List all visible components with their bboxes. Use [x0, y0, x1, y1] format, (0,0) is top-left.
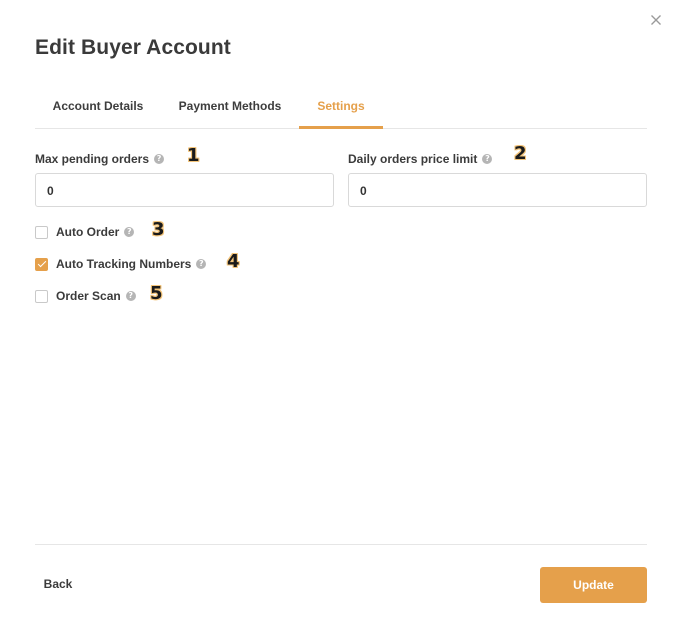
tab-bar: Account Details Payment Methods Settings — [35, 84, 647, 129]
help-icon[interactable]: ? — [124, 227, 135, 237]
tab-settings[interactable]: Settings — [299, 84, 383, 129]
back-button[interactable]: Back — [35, 568, 81, 600]
help-icon[interactable]: ? — [125, 291, 136, 301]
auto-order-checkbox[interactable] — [35, 225, 48, 239]
order-scan-checkbox[interactable] — [35, 289, 48, 303]
auto-tracking-numbers-option[interactable]: Auto Tracking Numbers ? — [35, 256, 207, 272]
annotation-marker-1: 1 — [187, 145, 200, 166]
max-pending-orders-field[interactable] — [47, 174, 333, 208]
annotation-marker-2: 2 — [514, 143, 527, 164]
auto-tracking-numbers-label: Auto Tracking Numbers — [56, 257, 192, 271]
auto-order-option[interactable]: Auto Order ? — [35, 224, 135, 240]
annotation-marker-4: 4 — [227, 251, 240, 272]
help-icon[interactable]: ? — [154, 154, 165, 164]
help-icon[interactable]: ? — [196, 259, 207, 269]
tab-payment-methods[interactable]: Payment Methods — [161, 84, 299, 128]
max-pending-orders-label: Max pending orders ? — [35, 151, 165, 167]
daily-orders-price-limit-input[interactable] — [348, 173, 647, 208]
daily-orders-price-limit-label: Daily orders price limit ? — [348, 151, 493, 167]
max-pending-orders-label-text: Max pending orders — [35, 152, 150, 166]
daily-orders-price-limit-label-text: Daily orders price limit — [348, 152, 478, 166]
tab-account-details[interactable]: Account Details — [35, 84, 161, 128]
footer-divider — [35, 544, 647, 545]
close-icon — [651, 15, 661, 25]
close-button[interactable] — [650, 14, 666, 30]
auto-tracking-numbers-checkbox[interactable] — [35, 257, 48, 271]
annotation-marker-3: 3 — [152, 219, 165, 240]
max-pending-orders-input[interactable] — [35, 173, 334, 208]
daily-orders-price-limit-field[interactable] — [360, 174, 646, 208]
help-icon[interactable]: ? — [482, 154, 493, 164]
auto-order-label: Auto Order — [56, 225, 120, 239]
edit-buyer-account-dialog: Edit Buyer Account Account Details Payme… — [0, 0, 681, 625]
annotation-marker-5: 5 — [150, 283, 163, 304]
order-scan-option[interactable]: Order Scan ? — [35, 288, 136, 304]
order-scan-label: Order Scan — [56, 289, 121, 303]
dialog-title: Edit Buyer Account — [35, 36, 231, 59]
update-button[interactable]: Update — [540, 567, 647, 603]
